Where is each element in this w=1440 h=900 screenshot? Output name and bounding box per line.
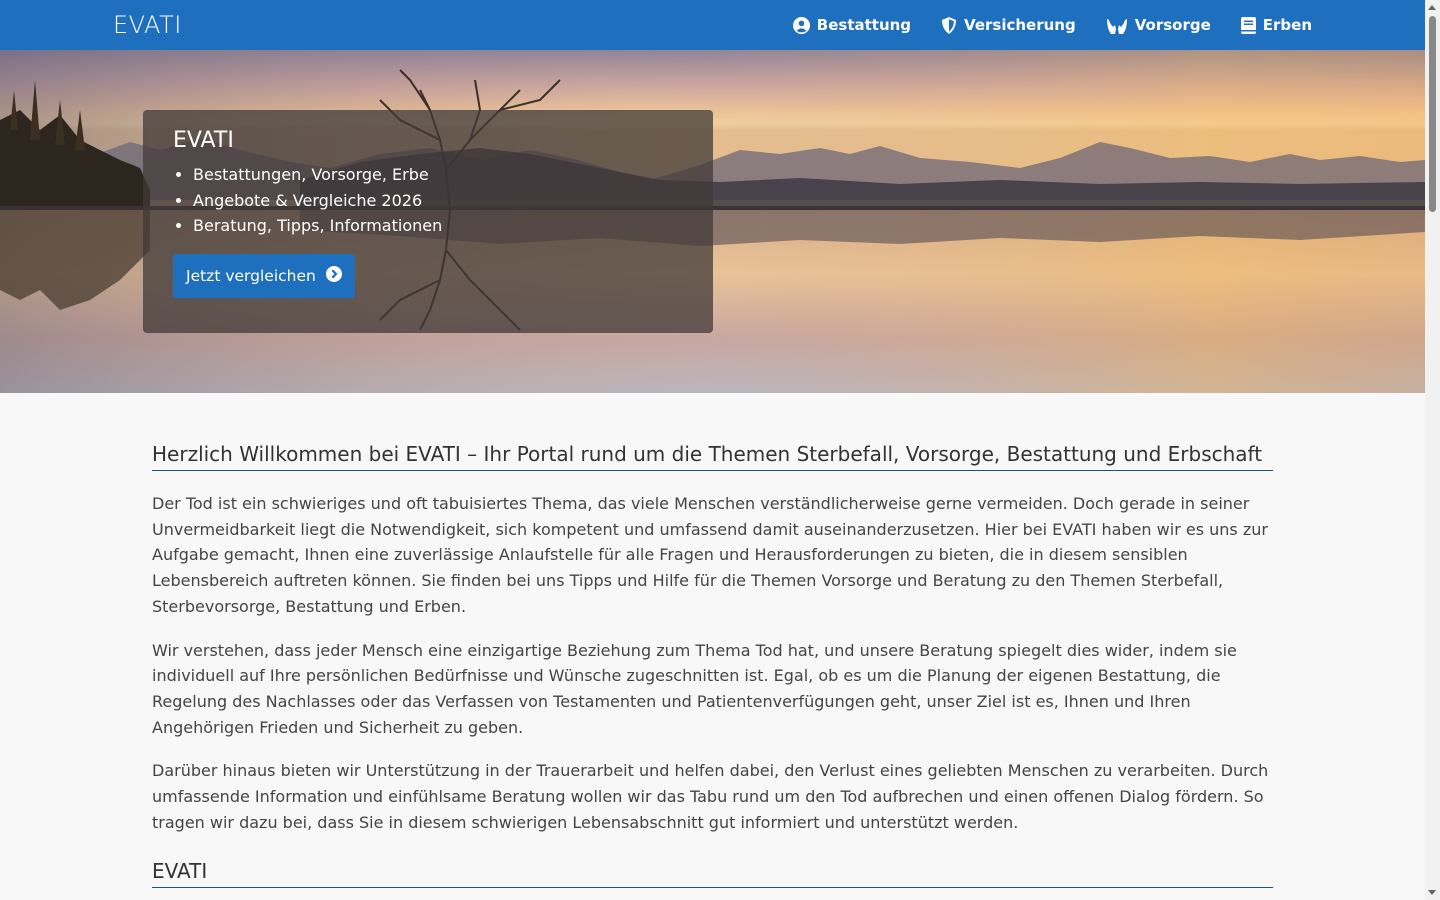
nav-label: Vorsorge bbox=[1134, 16, 1211, 34]
scroll-down-arrow-icon[interactable] bbox=[1428, 890, 1436, 895]
section-heading-evati: EVATI bbox=[152, 857, 1273, 889]
nav-label: Bestattung bbox=[816, 16, 912, 34]
nav-item-erben[interactable]: Erben bbox=[1240, 16, 1312, 34]
nav-label: Versicherung bbox=[964, 16, 1076, 34]
compare-now-label: Jetzt vergleichen bbox=[186, 266, 316, 285]
hero-banner: EVATI Bestattungen, Vorsorge, Erbe Angeb… bbox=[0, 50, 1425, 393]
brand-logo[interactable]: EVATI bbox=[113, 0, 182, 50]
hero-bullet: Angebote & Vergleiche 2026 bbox=[193, 188, 683, 214]
book-icon bbox=[1240, 16, 1256, 34]
compare-now-button[interactable]: Jetzt vergleichen bbox=[173, 253, 355, 298]
nav-item-bestattung[interactable]: Bestattung bbox=[792, 16, 912, 34]
intro-paragraph: Der Tod ist ein schwieriges und oft tabu… bbox=[152, 494, 1268, 616]
page-scrollbar[interactable] bbox=[1425, 0, 1440, 900]
main-content: Herzlich Willkommen bei EVATI – Ihr Port… bbox=[152, 440, 1273, 889]
scroll-thumb[interactable] bbox=[1429, 16, 1436, 212]
intro-paragraph: Darüber hinaus bieten wir Unterstützung … bbox=[152, 761, 1269, 832]
hero-overlay-box: EVATI Bestattungen, Vorsorge, Erbe Angeb… bbox=[143, 110, 713, 333]
main-nav: Bestattung Versicherung Vorsorge Erben bbox=[792, 0, 1312, 50]
nav-item-versicherung[interactable]: Versicherung bbox=[941, 16, 1076, 34]
scroll-up-arrow-icon[interactable] bbox=[1428, 5, 1436, 10]
intro-paragraph: Wir verstehen, dass jeder Mensch eine ei… bbox=[152, 640, 1237, 737]
chevron-circle-right-icon bbox=[325, 265, 342, 286]
nav-item-vorsorge[interactable]: Vorsorge bbox=[1106, 16, 1211, 34]
hero-bullet-list: Bestattungen, Vorsorge, Erbe Angebote & … bbox=[173, 162, 683, 239]
hero-bullet: Beratung, Tipps, Informationen bbox=[193, 213, 683, 239]
nav-label: Erben bbox=[1262, 16, 1312, 34]
hero-title: EVATI bbox=[173, 128, 234, 153]
welcome-heading: Herzlich Willkommen bei EVATI – Ihr Port… bbox=[152, 440, 1273, 471]
hands-icon bbox=[1106, 17, 1128, 34]
shield-icon bbox=[941, 16, 957, 34]
top-navbar: EVATI Bestattung Versicherung Vorsorge E… bbox=[0, 0, 1425, 50]
user-circle-icon bbox=[792, 16, 810, 34]
hero-bullet: Bestattungen, Vorsorge, Erbe bbox=[193, 162, 683, 188]
